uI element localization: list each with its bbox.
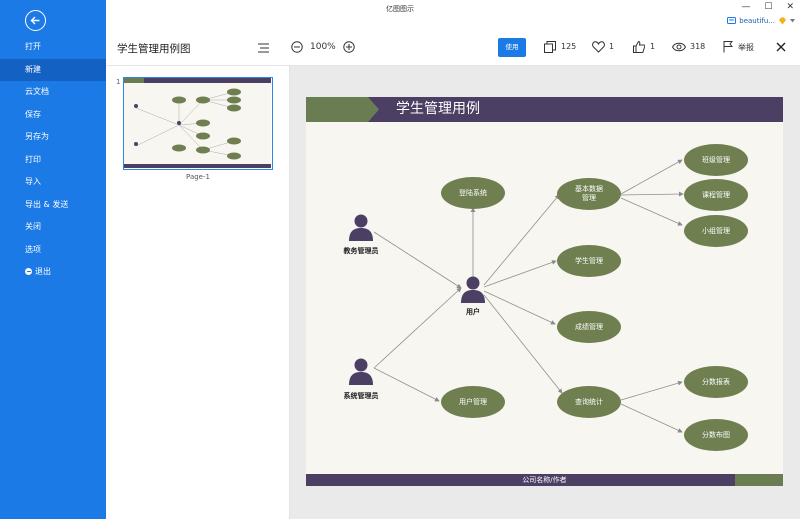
usecase-basic-data-line1: 基本数据: [575, 185, 603, 193]
usecase-score-report[interactable]: 分数报表: [684, 366, 748, 398]
app-title: 亿图图示: [386, 5, 414, 13]
usecase-score-distribution[interactable]: 分数布图: [684, 419, 748, 451]
actor-icon-system-admin: [349, 358, 373, 385]
back-button[interactable]: [25, 10, 46, 31]
footer-text: 公司名称/作者: [522, 476, 567, 484]
menu-item-exit[interactable]: 退出: [0, 261, 106, 284]
usecase-group[interactable]: 小组管理: [684, 215, 748, 247]
copies-count: 125: [561, 42, 577, 51]
usecase-user-mgmt[interactable]: 用户管理: [441, 386, 505, 418]
menu-item-print[interactable]: 打印: [0, 149, 106, 172]
menu-item-exit-label: 退出: [35, 267, 51, 276]
menu-item-open[interactable]: 打开: [0, 36, 106, 59]
menu-item-export-send[interactable]: 导出 & 发送: [0, 194, 106, 217]
diagram-page: 学生管理用例 教务管理员 系统管理员 用户 登陆系统 基本数据 管理 学生管理 …: [306, 97, 783, 486]
page-thumbnail[interactable]: [123, 77, 273, 170]
menu-item-close[interactable]: 关闭: [0, 216, 106, 239]
menu-item-options[interactable]: 选项: [0, 239, 106, 262]
exit-icon: [25, 268, 32, 275]
zoom-out-icon[interactable]: [291, 41, 303, 53]
menu-item-cloud-docs[interactable]: 云文档: [0, 81, 106, 104]
report-button[interactable]: 举报: [738, 42, 754, 53]
thumbs-count: 1: [650, 42, 656, 51]
flag-icon[interactable]: [723, 41, 733, 53]
usecase-query[interactable]: 查询统计: [557, 386, 621, 418]
menu-icon[interactable]: [258, 43, 269, 53]
menu-item-save[interactable]: 保存: [0, 104, 106, 127]
heart-icon[interactable]: [592, 41, 605, 53]
usecase-login[interactable]: 登陆系统: [441, 177, 505, 209]
eye-icon: [672, 42, 686, 52]
menu-item-new[interactable]: 新建: [0, 58, 106, 81]
file-menu: 打开 新建 云文档 保存 另存为 打印 导入 导出 & 发送 关闭 选项 退出: [0, 36, 106, 284]
actor-icon-academic-admin: [349, 214, 373, 241]
chevron-down-icon[interactable]: [790, 19, 795, 23]
diamond-icon: [779, 17, 786, 25]
actor-icon-user: [461, 276, 485, 303]
close-icon[interactable]: [776, 42, 786, 52]
usecase-class[interactable]: 班级管理: [684, 144, 748, 176]
menu-item-save-as[interactable]: 另存为: [0, 126, 106, 149]
usecase-basic-data-line2: 管理: [582, 194, 596, 202]
views-count: 318: [690, 42, 706, 51]
thumbnail-preview: [124, 78, 271, 168]
usecase-basic-data[interactable]: 基本数据 管理: [557, 178, 621, 210]
pages-panel: 1 Page-1: [106, 66, 290, 519]
canvas-area: 学生管理用例 教务管理员 系统管理员 用户 登陆系统 基本数据 管理 学生管理 …: [290, 66, 800, 519]
likes-count: 1: [609, 42, 615, 51]
arrow-left-icon: [30, 16, 40, 25]
copy-icon[interactable]: [544, 41, 556, 53]
menu-item-import[interactable]: 导入: [0, 171, 106, 194]
page-label: Page-1: [186, 173, 210, 181]
document-title: 学生管理用例图: [117, 43, 191, 55]
actor-academic-admin: 教务管理员: [343, 247, 379, 255]
usecase-student[interactable]: 学生管理: [557, 245, 621, 277]
title-bar: 亿图图示 — ☐ ✕ beautifu...: [106, 0, 800, 32]
window-controls: — ☐ ✕: [741, 2, 794, 12]
actor-user: 用户: [466, 308, 480, 316]
user-name: beautifu...: [739, 17, 775, 25]
user-account[interactable]: beautifu...: [727, 17, 795, 25]
toolbar: 学生管理用例图 100% 使用 125 1 1 318 举报: [106, 32, 800, 66]
usecase-course[interactable]: 课程管理: [684, 179, 748, 211]
thumbs-up-icon[interactable]: [633, 41, 645, 53]
diagram-footer: 公司名称/作者: [306, 474, 783, 486]
message-icon: [727, 17, 737, 24]
minimize-button[interactable]: —: [741, 2, 750, 12]
sidebar: 打开 新建 云文档 保存 另存为 打印 导入 导出 & 发送 关闭 选项 退出: [0, 0, 106, 519]
zoom-level: 100%: [310, 42, 336, 52]
actor-system-admin: 系统管理员: [343, 392, 379, 400]
close-window-button[interactable]: ✕: [786, 2, 794, 12]
zoom-in-icon[interactable]: [343, 41, 355, 53]
use-template-button[interactable]: 使用: [498, 38, 526, 57]
page-number: 1: [116, 78, 121, 86]
usecase-grades[interactable]: 成绩管理: [557, 311, 621, 343]
maximize-button[interactable]: ☐: [764, 2, 772, 12]
